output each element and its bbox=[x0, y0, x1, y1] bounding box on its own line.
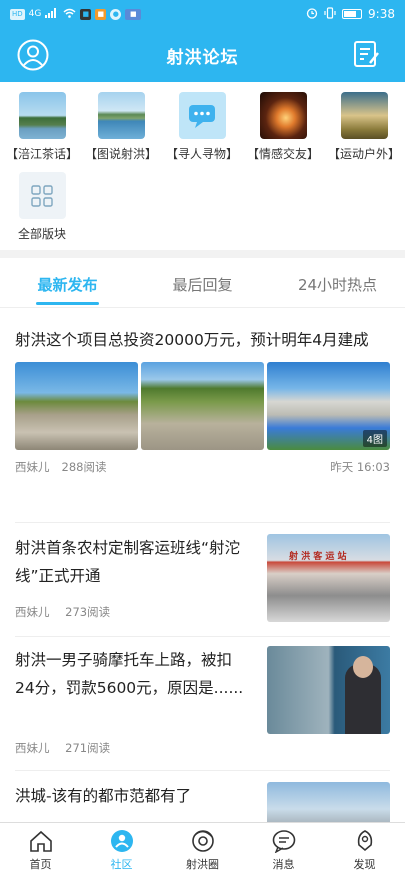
nav-label: 社区 bbox=[110, 858, 133, 871]
chat-bubble-icon bbox=[178, 92, 226, 139]
tab-latest[interactable]: 最新发布 bbox=[0, 258, 135, 307]
signal-icon bbox=[45, 7, 59, 21]
divider bbox=[15, 522, 390, 523]
clock: 9:38 bbox=[368, 7, 395, 21]
home-icon bbox=[29, 830, 52, 852]
post-reads: 288阅读 bbox=[61, 460, 107, 474]
category-label: 【涪江茶话】 bbox=[5, 147, 78, 161]
category-label: 【图说射洪】 bbox=[84, 147, 157, 161]
post-meta: 西妹儿 273阅读 bbox=[15, 604, 122, 620]
nav-home[interactable]: 首页 bbox=[0, 823, 81, 878]
post-item[interactable]: 射洪这个项目总投资20000万元，预计明年4月建成 4图 西妹儿 288阅读 昨… bbox=[15, 326, 390, 475]
alarm-icon bbox=[306, 7, 318, 22]
app-notify-icon: ■ bbox=[125, 8, 142, 20]
category-label: 全部版块 bbox=[17, 227, 66, 241]
message-icon bbox=[272, 830, 295, 853]
nav-label: 发现 bbox=[353, 858, 376, 871]
landscape-lake-icon bbox=[97, 92, 145, 139]
category-item[interactable]: 【情感交友】 bbox=[243, 82, 323, 162]
network-indicator: 4G bbox=[28, 9, 42, 19]
post-meta: 西妹儿 271阅读 bbox=[15, 740, 122, 756]
post-meta: 西妹儿 288阅读 昨天 16:03 bbox=[15, 459, 390, 475]
tab-24h-hot[interactable]: 24小时热点 bbox=[270, 258, 405, 307]
category-item[interactable]: 【运动户外】 bbox=[324, 82, 404, 162]
post-title: 射洪一男子骑摩托车上路，被扣24分，罚款5600元，原因是...... bbox=[15, 651, 244, 697]
discover-icon bbox=[357, 830, 372, 852]
post-image bbox=[141, 362, 264, 450]
user-profile-button[interactable] bbox=[17, 39, 49, 71]
app-notify-icon: ● bbox=[110, 8, 122, 20]
post-thumbnail bbox=[267, 646, 390, 734]
nav-label: 消息 bbox=[272, 858, 295, 871]
sunset-couple-icon bbox=[259, 92, 307, 139]
community-icon bbox=[110, 830, 133, 852]
post-thumbnail bbox=[267, 782, 390, 822]
page-title: 射洪论坛 bbox=[166, 47, 239, 68]
category-label: 【运动户外】 bbox=[327, 147, 400, 161]
image-count-badge: 4图 bbox=[362, 430, 387, 447]
station-sign: 射 洪 客 运 站 bbox=[289, 552, 347, 562]
category-item[interactable]: 【涪江茶话】 bbox=[2, 82, 82, 162]
post-item[interactable]: 射洪一男子骑摩托车上路，被扣24分，罚款5600元，原因是...... 西妹儿 … bbox=[15, 646, 390, 756]
user-icon bbox=[17, 39, 49, 71]
post-author: 西妹儿 bbox=[15, 605, 50, 619]
grid-icon bbox=[18, 172, 66, 219]
nav-label: 首页 bbox=[29, 858, 52, 871]
tab-last-reply[interactable]: 最后回复 bbox=[135, 258, 270, 307]
post-time: 昨天 16:03 bbox=[330, 460, 390, 474]
section-divider bbox=[0, 250, 405, 258]
category-item[interactable]: 【图说射洪】 bbox=[81, 82, 161, 162]
app-header: 射洪论坛 bbox=[0, 28, 405, 82]
post-feed: 射洪这个项目总投资20000万元，预计明年4月建成 4图 西妹儿 288阅读 昨… bbox=[0, 308, 405, 822]
post-title: 射洪首条农村定制客运班线“射沱线”正式开通 bbox=[15, 539, 241, 585]
nav-circle[interactable]: 射洪圈 bbox=[162, 823, 243, 878]
post-reads: 273阅读 bbox=[65, 605, 111, 619]
compose-button[interactable] bbox=[351, 39, 383, 71]
nav-discover[interactable]: 发现 bbox=[324, 823, 405, 878]
feed-tabs: 最新发布 最后回复 24小时热点 bbox=[0, 258, 405, 308]
post-thumbnail: 射 洪 客 运 站 bbox=[267, 534, 390, 622]
divider bbox=[15, 636, 390, 637]
nav-label: 射洪圈 bbox=[186, 858, 219, 871]
app-notify-icon: ■ bbox=[95, 8, 107, 20]
post-reads: 271阅读 bbox=[65, 741, 111, 755]
circle-icon bbox=[191, 830, 214, 852]
post-item[interactable]: 洪城-该有的都市范都有了 bbox=[15, 782, 390, 822]
vibrate-icon bbox=[324, 6, 336, 22]
category-grid: 【涪江茶话】 【图说射洪】 【寻人寻物】 【情感交友】 【运动户外】 全部版块 bbox=[0, 82, 405, 250]
cyclist-icon bbox=[340, 92, 388, 139]
battery-icon bbox=[342, 9, 363, 19]
hd-indicator: HD bbox=[10, 8, 25, 20]
status-bar: HD 4G ■ ■ ● ■ 9:38 bbox=[0, 0, 405, 28]
edit-icon bbox=[354, 41, 379, 67]
app-notify-icon: ■ bbox=[80, 8, 92, 20]
post-item[interactable]: 射洪首条农村定制客运班线“射沱线”正式开通 西妹儿 273阅读 射 洪 客 运 … bbox=[15, 534, 390, 630]
nav-messages[interactable]: 消息 bbox=[243, 823, 324, 878]
post-author: 西妹儿 bbox=[15, 460, 50, 474]
anchor-head bbox=[353, 656, 373, 678]
wifi-icon bbox=[63, 8, 76, 21]
category-label: 【寻人寻物】 bbox=[165, 147, 238, 161]
post-image: 4图 bbox=[267, 362, 390, 450]
divider bbox=[15, 770, 390, 771]
post-title: 射洪这个项目总投资20000万元，预计明年4月建成 bbox=[15, 331, 369, 349]
category-item[interactable]: 【寻人寻物】 bbox=[162, 82, 242, 162]
post-image bbox=[15, 362, 138, 450]
nav-community[interactable]: 社区 bbox=[81, 823, 162, 878]
category-label: 【情感交友】 bbox=[246, 147, 319, 161]
post-author: 西妹儿 bbox=[15, 741, 50, 755]
landscape-river-icon bbox=[18, 92, 66, 139]
post-image-group: 4图 bbox=[15, 362, 390, 450]
bottom-nav: 首页 社区 射洪圈 消息 发现 bbox=[0, 822, 405, 878]
category-item-all[interactable]: 全部版块 bbox=[2, 162, 82, 242]
post-title: 洪城-该有的都市范都有了 bbox=[15, 787, 192, 805]
